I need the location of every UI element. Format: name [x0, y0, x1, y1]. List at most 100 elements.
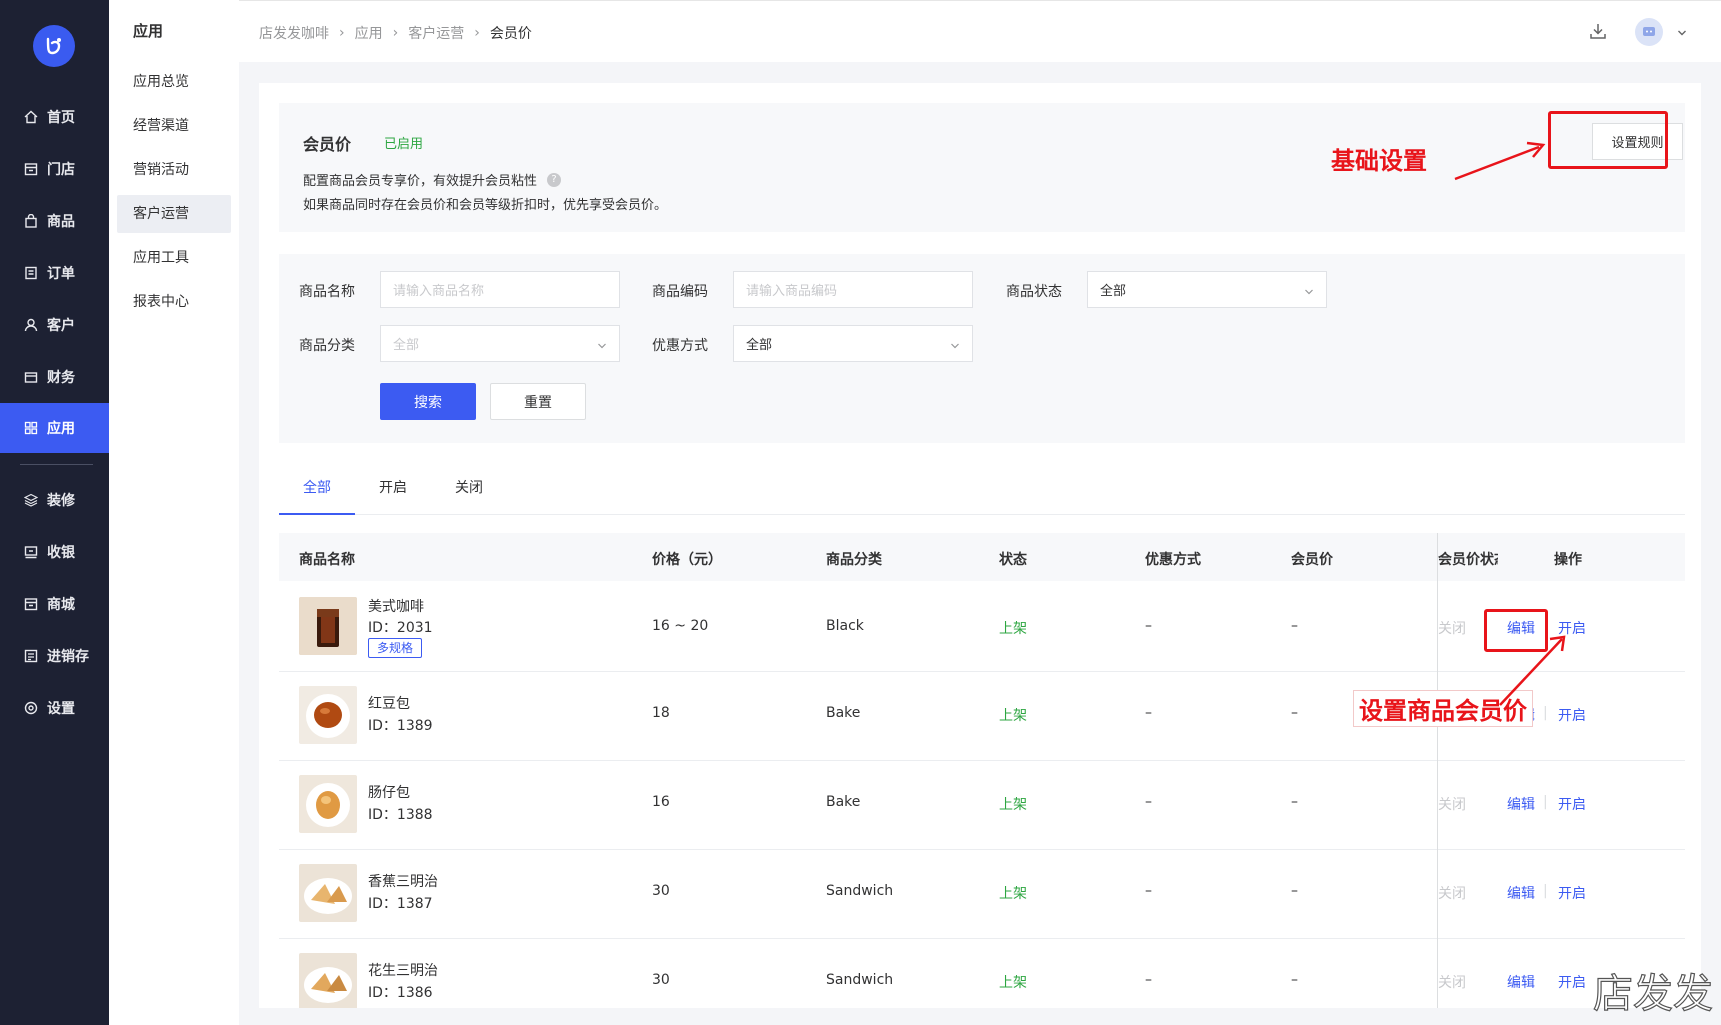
table-row: 花生三明治 ID：1386 30 Sandwich 上架 – – 关闭 编辑 开… [279, 939, 1685, 1008]
app-logo[interactable] [33, 25, 75, 67]
nav-item-settings[interactable]: 设置 [0, 684, 109, 732]
chevron-down-icon[interactable] [1677, 26, 1687, 42]
nav-item-customers[interactable]: 客户 [0, 301, 109, 349]
status-badge: 已启用 [384, 137, 424, 152]
nav-label: 财务 [47, 370, 75, 386]
download-icon[interactable] [1589, 22, 1607, 44]
edit-link[interactable]: 编辑 [1507, 972, 1535, 992]
category: Sandwich [826, 972, 894, 988]
tab-disabled[interactable]: 关闭 [431, 471, 507, 515]
nav-item-decoration[interactable]: 装修 [0, 476, 109, 524]
status-badge: 上架 [999, 797, 1027, 813]
annotation-arrow-icon [1499, 635, 1566, 706]
enable-link[interactable]: 开启 [1558, 883, 1586, 903]
nav-item-finance[interactable]: 财务 [0, 353, 109, 401]
breadcrumb-item[interactable]: 应用 [355, 23, 383, 43]
product-name: 美式咖啡 [368, 599, 424, 615]
nav-label: 首页 [47, 110, 75, 126]
enable-link[interactable]: 开启 [1558, 794, 1586, 814]
category: Bake [826, 705, 861, 721]
submenu-item-reports[interactable]: 报表中心 [117, 283, 231, 321]
price: 18 [652, 705, 670, 721]
submenu-item-marketing[interactable]: 营销活动 [117, 151, 231, 189]
breadcrumb-item[interactable]: 客户运营 [408, 23, 464, 43]
submenu-item-tools[interactable]: 应用工具 [117, 239, 231, 277]
mall-icon [24, 597, 38, 611]
order-icon [24, 266, 38, 280]
info-description: 配置商品会员专享价，有效提升会员粘性 ? [303, 170, 562, 189]
member-price: – [1291, 794, 1298, 810]
price: 30 [652, 883, 670, 899]
nav-label: 订单 [47, 266, 75, 282]
nav-item-cashier[interactable]: 收银 [0, 528, 109, 576]
submenu-item-channels[interactable]: 经营渠道 [117, 107, 231, 145]
column-header: 操作 [1554, 552, 1582, 568]
avatar[interactable] [1635, 18, 1663, 46]
breadcrumb: 店发发咖啡 › 应用 › 客户运营 › 会员价 [259, 23, 532, 43]
nav-item-mall[interactable]: 商城 [0, 580, 109, 628]
nav-item-apps[interactable]: 应用 [0, 403, 109, 453]
column-header: 商品名称 [299, 552, 355, 568]
chevron-right-icon: › [339, 25, 345, 41]
nav-item-goods[interactable]: 商品 [0, 197, 109, 245]
price: 30 [652, 972, 670, 988]
bag-icon [24, 214, 38, 228]
user-icon [24, 318, 38, 332]
nav-item-orders[interactable]: 订单 [0, 249, 109, 297]
filter-panel: 商品名称 请输入商品名称 商品编码 请输入商品编码 商品状态 全部 商品分类 全… [279, 254, 1685, 443]
gear-icon [24, 701, 38, 715]
discount-method: – [1145, 972, 1152, 988]
status-badge: 上架 [999, 975, 1027, 991]
nav-label: 商品 [47, 214, 75, 230]
enable-link[interactable]: 开启 [1558, 972, 1586, 992]
action-divider: | [1543, 794, 1548, 810]
table-row: 肠仔包 ID：1388 16 Bake 上架 – – 关闭 编辑 | 开启 [279, 761, 1685, 850]
product-thumbnail [299, 686, 357, 744]
product-name: 花生三明治 [368, 963, 438, 979]
product-id: ID：2031 [368, 620, 433, 636]
search-button[interactable]: 搜索 [380, 383, 476, 420]
product-id: ID：1387 [368, 896, 433, 912]
help-icon[interactable]: ? [547, 172, 562, 187]
product-name: 香蕉三明治 [368, 874, 438, 890]
nav-item-store[interactable]: 门店 [0, 145, 109, 193]
code-filter-input[interactable]: 请输入商品编码 [733, 271, 973, 308]
submenu-item-overview[interactable]: 应用总览 [117, 63, 231, 101]
home-icon [24, 110, 38, 124]
fixed-column-divider [1437, 533, 1438, 1008]
wallet-icon [24, 370, 38, 384]
product-thumbnail [299, 864, 357, 922]
submenu-item-customer-ops[interactable]: 客户运营 [117, 195, 231, 233]
discount-method: – [1145, 883, 1152, 899]
name-filter-input[interactable]: 请输入商品名称 [380, 271, 620, 308]
nav-label: 进销存 [47, 649, 89, 665]
chevron-down-icon [1304, 286, 1314, 301]
product-id: ID：1389 [368, 718, 433, 734]
product-thumbnail [299, 953, 357, 1008]
discount-filter-select[interactable]: 全部 [733, 325, 973, 362]
edit-link[interactable]: 编辑 [1507, 794, 1535, 814]
discount-method: – [1145, 794, 1152, 810]
discount-method: – [1145, 618, 1152, 634]
member-price: – [1291, 705, 1298, 721]
column-header: 会员价 [1291, 552, 1333, 568]
breadcrumb-item[interactable]: 店发发咖啡 [259, 23, 329, 43]
nav-label: 商城 [47, 597, 75, 613]
tab-all[interactable]: 全部 [279, 471, 355, 515]
status-filter-select[interactable]: 全部 [1087, 271, 1327, 308]
chevron-right-icon: › [474, 25, 480, 41]
nav-item-home[interactable]: 首页 [0, 93, 109, 141]
category-filter-select[interactable]: 全部 [380, 325, 620, 362]
column-header: 会员价状态 [1438, 552, 1498, 568]
nav-label: 装修 [47, 493, 75, 509]
member-price: – [1291, 618, 1298, 634]
nav-label: 设置 [47, 701, 75, 717]
edit-link[interactable]: 编辑 [1507, 883, 1535, 903]
nav-item-inventory[interactable]: 进销存 [0, 632, 109, 680]
product-name: 肠仔包 [368, 785, 410, 801]
store-icon [24, 162, 38, 176]
main-sidebar: 首页 门店 商品 订单 客户 财务 应用 装修 收银 商城 进销存 设置 [0, 0, 109, 1025]
reset-button[interactable]: 重置 [490, 383, 586, 420]
tab-enabled[interactable]: 开启 [355, 471, 431, 515]
multi-spec-tag: 多规格 [368, 638, 423, 658]
